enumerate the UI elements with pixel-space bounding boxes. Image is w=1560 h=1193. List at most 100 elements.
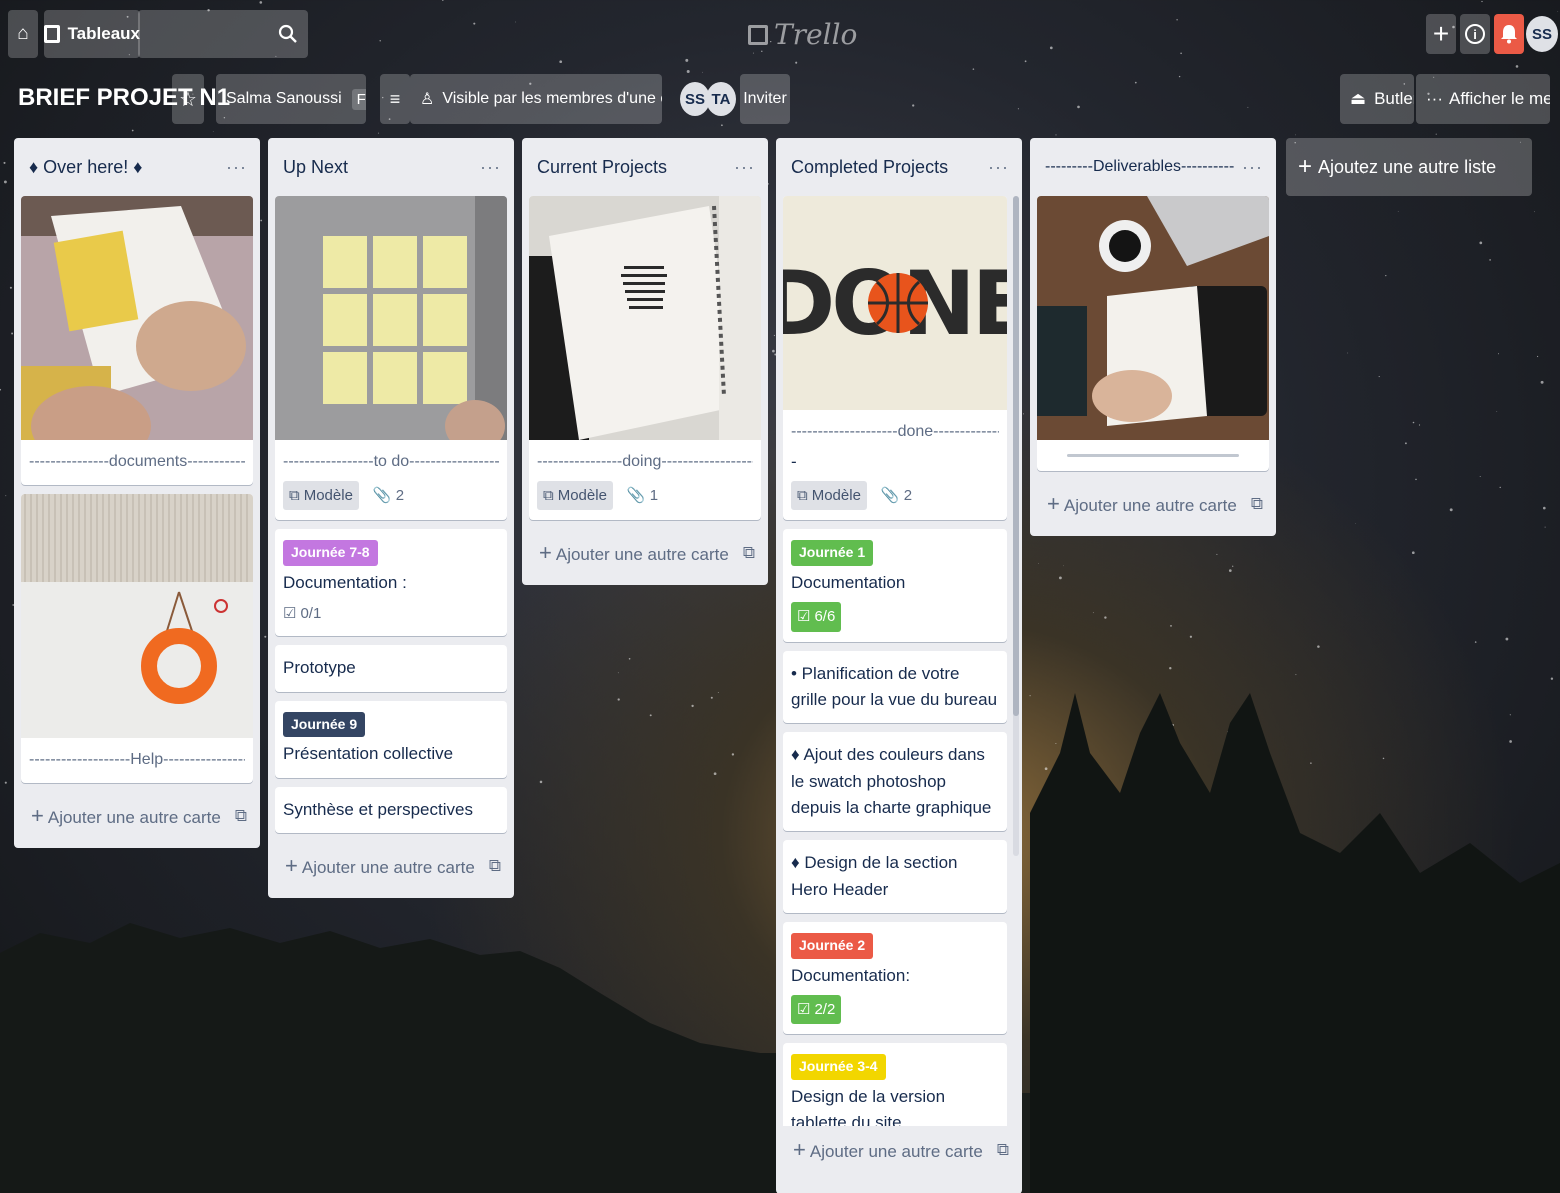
card-version-tablette[interactable]: Journée 3-4 Design de la version tablett… <box>783 1043 1007 1126</box>
plus-icon: + <box>539 540 552 566</box>
template-icon[interactable]: ⧉ <box>997 1140 1009 1160</box>
member-initials: TA <box>711 90 731 108</box>
trello-logo[interactable]: Trello <box>748 18 857 51</box>
show-menu-label: Afficher le menu <box>1448 89 1550 108</box>
butler-button[interactable]: ⏏ Butler <box>1340 74 1414 124</box>
attachment-badge: 📎 1 <box>627 484 658 507</box>
template-icon[interactable]: ⧉ <box>489 856 501 876</box>
card-hero-header[interactable]: ♦ Design de la section Hero Header <box>783 840 1007 914</box>
list-menu-icon[interactable]: ··· <box>734 157 755 178</box>
checklist-badge: ☑ 0/1 <box>283 602 321 625</box>
team-button[interactable]: Salma Sanoussi Free <box>216 74 366 124</box>
template-icon[interactable]: ⧉ <box>1251 494 1263 514</box>
card-documents[interactable]: ---------------documents--------------- <box>21 196 253 485</box>
add-card-button[interactable]: + Ajouter une autre carte ⧉ <box>21 792 253 840</box>
boards-button[interactable]: Tableaux <box>44 10 140 58</box>
list-title[interactable]: Completed Projects <box>791 157 948 178</box>
add-card-label: Ajouter une autre carte <box>809 1142 983 1161</box>
card-couleurs-swatch[interactable]: ♦ Ajout des couleurs dans le swatch phot… <box>783 732 1007 832</box>
list-menu-icon[interactable]: ··· <box>480 157 501 178</box>
add-card-button[interactable]: + Ajouter une autre carte ⧉ <box>783 1126 1015 1174</box>
search-input[interactable] <box>138 10 308 58</box>
list-menu-icon[interactable]: ··· <box>988 157 1009 178</box>
list-over-here: ♦ Over here! ♦ ··· ---------------docume… <box>14 138 260 848</box>
team-visibility-icon: ♙ <box>420 91 435 108</box>
checklist-badge: ☑ 6/6 <box>791 602 842 632</box>
card-deliverables[interactable] <box>1037 196 1269 471</box>
list-deliverables: ---------Deliverables---------- ··· + Ajo… <box>1030 138 1276 536</box>
star-board-button[interactable]: ☆ <box>172 74 204 124</box>
user-avatar[interactable]: SS <box>1526 16 1558 52</box>
add-card-button[interactable]: + Ajouter une autre carte ⧉ <box>529 529 761 577</box>
board-view-button[interactable]: ≡ <box>380 74 410 124</box>
card-label: Journée 2 <box>791 933 874 959</box>
home-button[interactable]: ⌂ <box>8 10 38 58</box>
add-list-label: Ajoutez une autre liste <box>1318 156 1497 177</box>
card-help[interactable]: -------------------Help-----------------… <box>21 493 253 783</box>
list-title[interactable]: Up Next <box>283 157 348 178</box>
list-title[interactable]: ---------Deliverables---------- <box>1045 158 1234 176</box>
board-header: BRIEF PROJET N1 ☆ Salma Sanoussi Free ≡ … <box>8 74 1552 126</box>
card-presentation[interactable]: Journée 9 Présentation collective <box>275 700 507 778</box>
template-icon: ⧉ <box>543 486 554 504</box>
paperclip-icon: 📎 <box>372 486 392 504</box>
add-card-label: Ajouter une autre carte <box>555 545 729 565</box>
notifications-button[interactable] <box>1494 14 1524 54</box>
trello-logo-icon <box>748 24 768 45</box>
template-badge-label: Modèle <box>811 487 861 505</box>
list-header: ♦ Over here! ♦ ··· <box>21 138 253 196</box>
card-documentation-j1[interactable]: Journée 1 Documentation ☑ 6/6 <box>783 529 1007 642</box>
checklist-icon: ☑ <box>797 608 811 626</box>
card-scroll-area: DONE --------------------done-----------… <box>783 196 1015 1126</box>
member-avatar-ta[interactable]: TA <box>706 82 736 116</box>
card-cover-image <box>21 196 253 440</box>
template-icon[interactable]: ⧉ <box>743 543 755 563</box>
invite-button[interactable]: Inviter <box>740 74 790 124</box>
team-name: Salma Sanoussi <box>226 90 342 107</box>
template-badge: ⧉ Modèle <box>537 480 613 511</box>
basketball-icon <box>868 273 928 333</box>
show-menu-button[interactable]: ··· Afficher le menu <box>1416 74 1550 124</box>
card-cover-image <box>1037 196 1269 440</box>
template-icon: ⧉ <box>289 486 300 504</box>
add-list-button[interactable]: + Ajoutez une autre liste <box>1286 138 1532 196</box>
card-description: - <box>791 451 797 471</box>
template-badge-label: Modèle <box>557 486 607 504</box>
card-planification[interactable]: • Planification de votre grille pour la … <box>783 650 1007 724</box>
list-header: Current Projects ··· <box>529 138 761 196</box>
visibility-button[interactable]: ♙ Visible par les membres d'une équipe <box>410 74 662 124</box>
card-documentation[interactable]: Journée 7-8 Documentation : ☑ 0/1 <box>275 529 507 637</box>
home-icon: ⌂ <box>17 23 29 44</box>
template-badge: ⧉ Modèle <box>283 480 359 511</box>
list-menu-icon[interactable]: ··· <box>1242 157 1263 178</box>
card-done[interactable]: DONE --------------------done-----------… <box>783 196 1007 521</box>
card-title: ♦ Ajout des couleurs dans le swatch phot… <box>791 745 992 818</box>
list-menu-icon[interactable]: ··· <box>226 157 247 178</box>
list-title[interactable]: Current Projects <box>537 157 667 178</box>
plan-badge: Free <box>351 88 366 110</box>
card-to-do[interactable]: -----------------to do------------------… <box>275 196 507 521</box>
list-scrollbar-thumb[interactable] <box>1013 196 1019 716</box>
list-header: Up Next ··· <box>275 138 507 196</box>
more-icon: ··· <box>1426 89 1443 108</box>
card-synthese[interactable]: Synthèse et perspectives <box>275 786 507 834</box>
add-card-label: Ajouter une autre carte <box>47 807 221 827</box>
info-icon: i <box>1465 24 1485 44</box>
list-up-next: Up Next ··· -----------------to do------… <box>268 138 514 899</box>
card-divider-text: -------------------Help-----------------… <box>29 750 245 768</box>
card-divider-text: --------------------done----------------… <box>791 423 999 440</box>
attachment-badge: 📎 2 <box>373 484 404 507</box>
add-card-button[interactable]: + Ajouter une autre carte ⧉ <box>275 842 507 890</box>
info-button[interactable]: i <box>1460 14 1490 54</box>
card-prototype[interactable]: Prototype <box>275 645 507 692</box>
card-doing[interactable]: ----------------doing-------------------… <box>529 196 761 521</box>
add-card-button[interactable]: + Ajouter une autre carte ⧉ <box>1037 480 1269 528</box>
template-badge: ⧉ Modèle <box>791 481 867 511</box>
create-button[interactable]: + <box>1426 14 1456 54</box>
template-icon[interactable]: ⧉ <box>235 806 247 826</box>
list-title[interactable]: ♦ Over here! ♦ <box>29 157 142 178</box>
card-divider-text: ---------------documents--------------- <box>29 453 245 470</box>
card-documentation-j2[interactable]: Journée 2 Documentation: ☑ 2/2 <box>783 922 1007 1035</box>
list-header: Completed Projects ··· <box>783 138 1015 196</box>
card-label: Journée 1 <box>791 540 874 567</box>
